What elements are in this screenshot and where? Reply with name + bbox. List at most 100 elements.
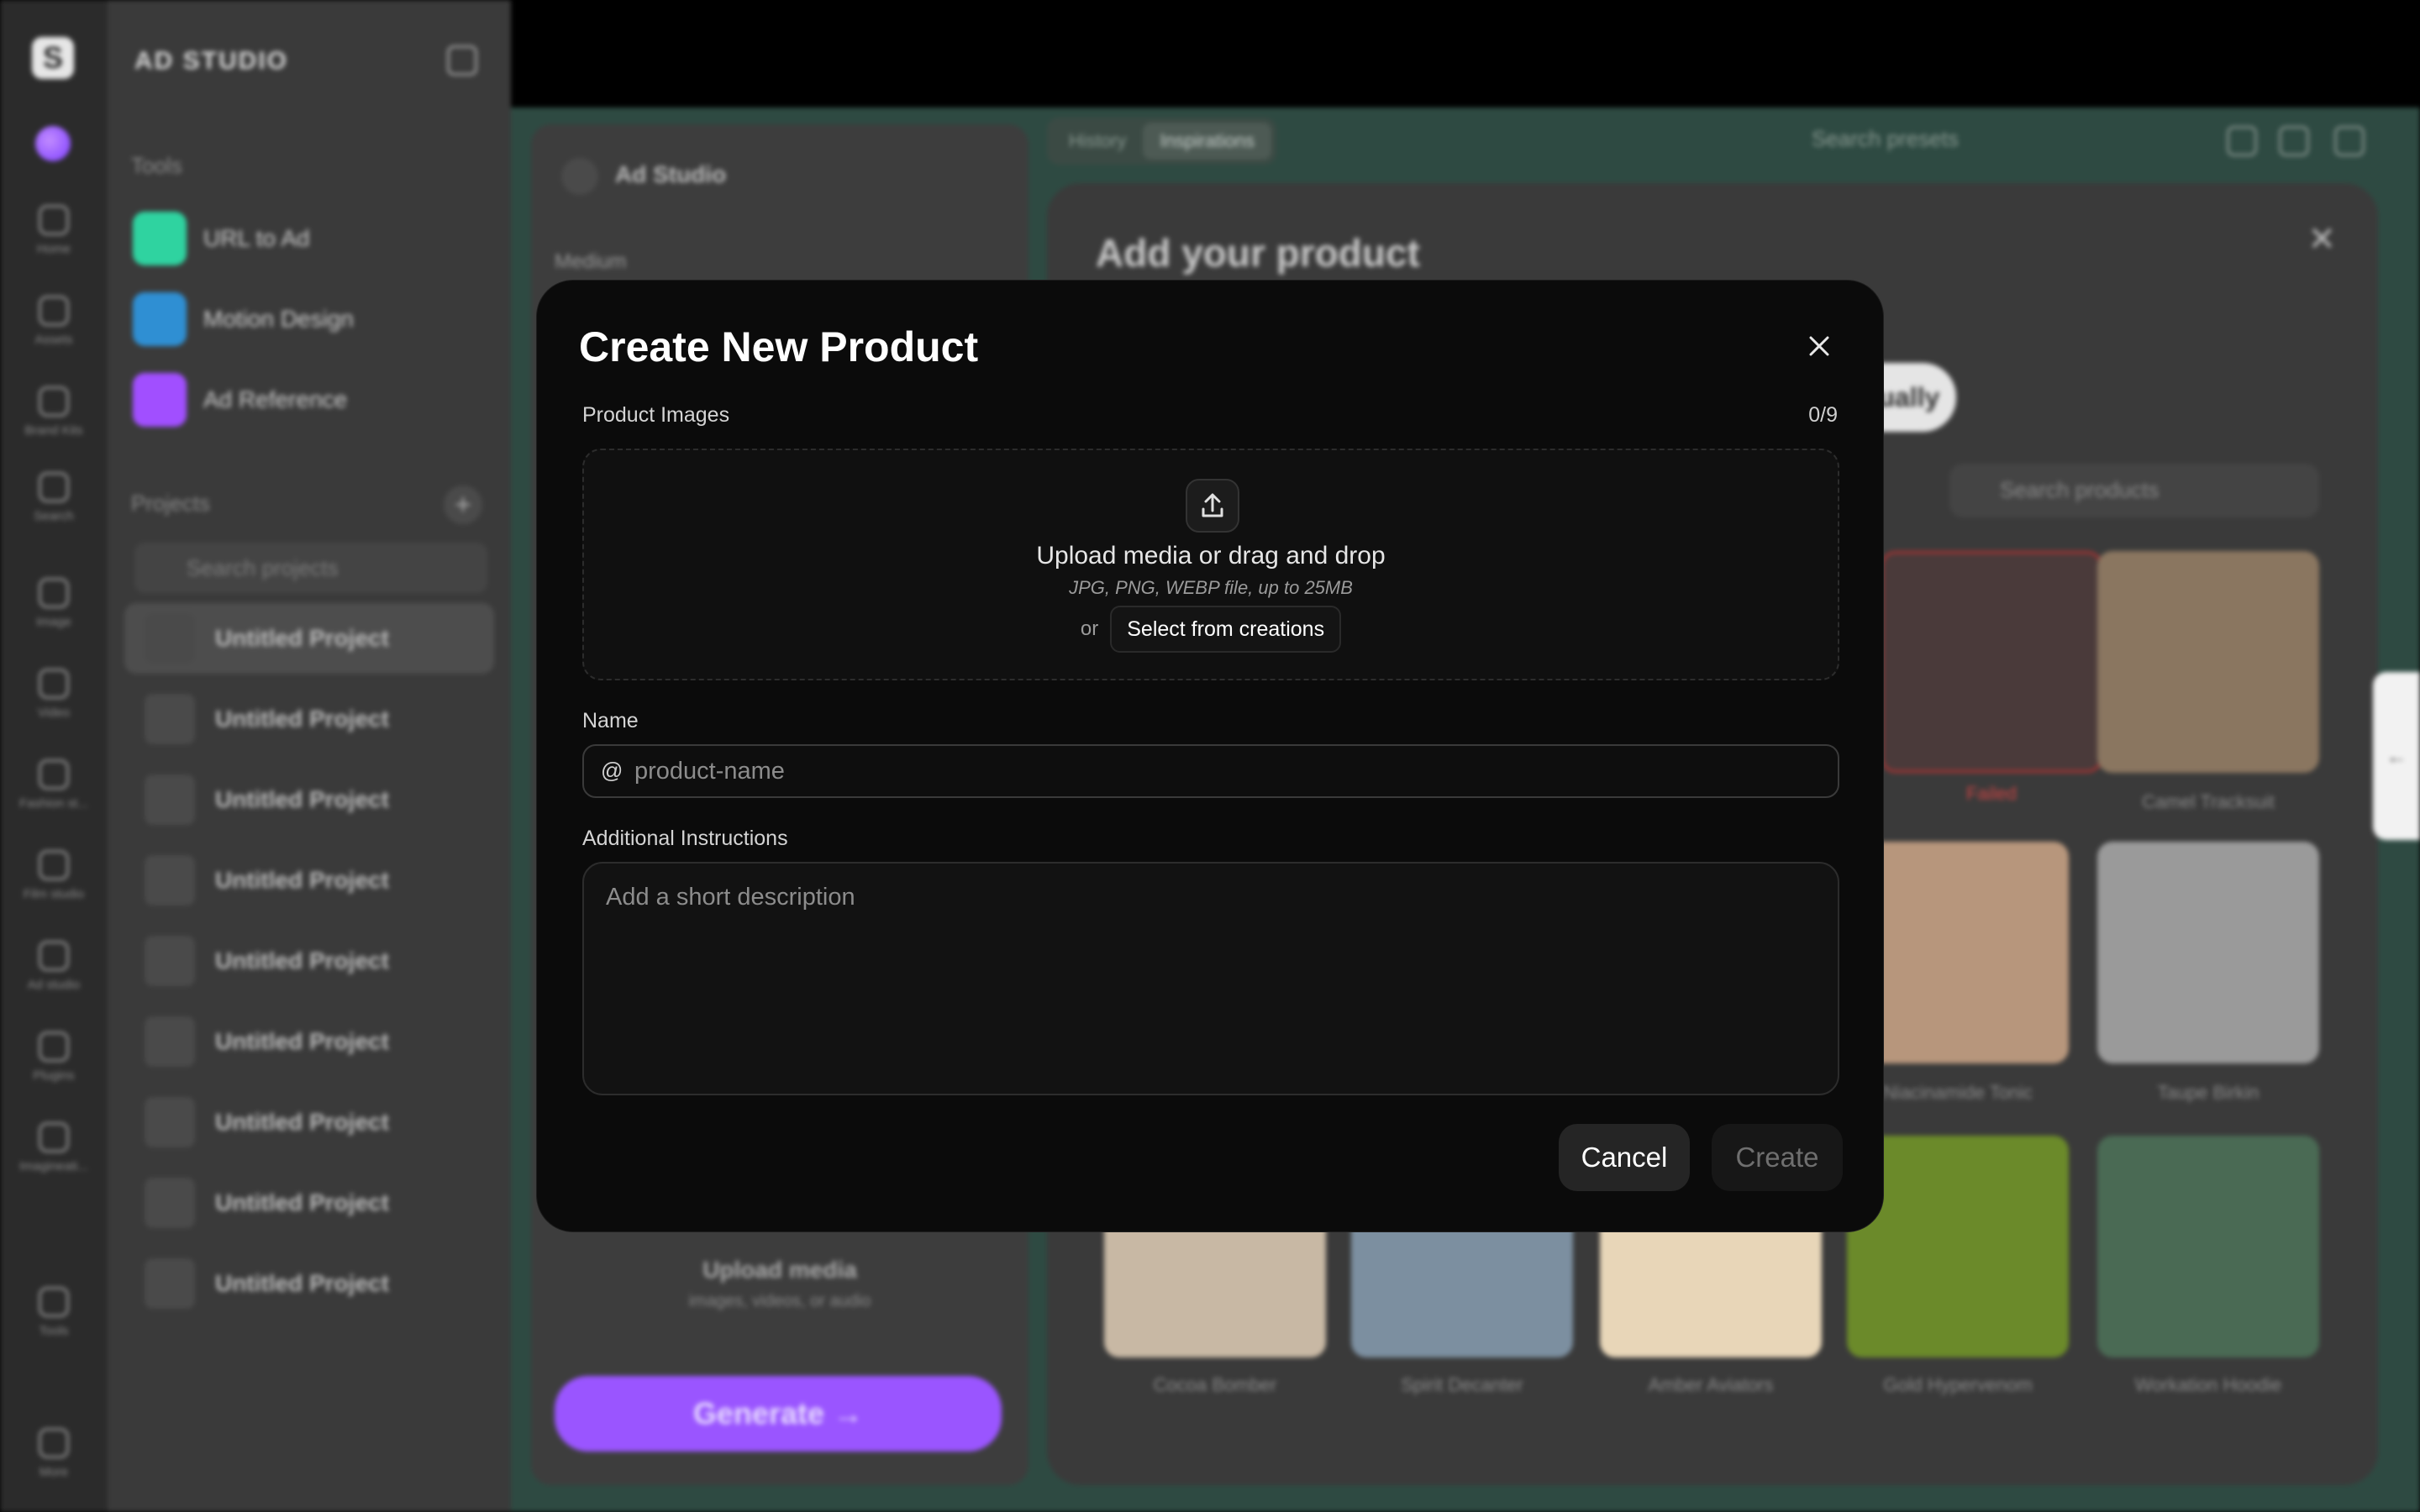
product-images-label: Product Images xyxy=(582,403,730,427)
product-caption: Spirit Decanter xyxy=(1401,1374,1523,1395)
image-icon xyxy=(39,578,69,608)
project-item[interactable]: Untitled Project xyxy=(124,926,494,996)
project-search-input[interactable]: Search projects xyxy=(134,543,487,593)
upload-dropzone[interactable]: Upload media or drag and drop JPG, PNG, … xyxy=(582,449,1839,680)
rail-assets[interactable]: Assets xyxy=(0,296,108,347)
projects-heading: Projects xyxy=(131,491,210,516)
create-product-modal: Create New Product Product Images 0/9 Up… xyxy=(536,280,1884,1232)
project-item[interactable]: Untitled Project xyxy=(124,1248,494,1319)
rail-fashion[interactable]: Fashion st... xyxy=(0,759,108,811)
modal-title: Create New Product xyxy=(579,323,979,370)
close-icon xyxy=(1809,336,1829,356)
close-icon[interactable]: ✕ xyxy=(2307,220,2336,259)
medium-label: Medium xyxy=(555,250,627,273)
shuffle-icon[interactable] xyxy=(2334,126,2365,156)
project-item[interactable]: Untitled Project xyxy=(124,845,494,916)
rail-brand-kits[interactable]: Brand Kits xyxy=(0,386,108,438)
project-thumb-icon xyxy=(145,936,195,986)
rail-film-studio[interactable]: Film studio xyxy=(0,850,108,901)
tool-url-to-ad[interactable]: URL to Ad xyxy=(133,212,486,265)
view-tabs: History Inspirations xyxy=(1047,118,1276,165)
close-modal-button[interactable] xyxy=(1797,324,1841,368)
name-field: @ xyxy=(582,744,1839,798)
select-from-creations-button[interactable]: Select from creations xyxy=(1110,606,1342,653)
product-tile[interactable] xyxy=(1881,551,2102,773)
upload-title: Upload media or drag and drop xyxy=(1036,542,1386,570)
project-item[interactable]: Untitled Project xyxy=(124,1006,494,1077)
product-caption: Gold Hypervenom xyxy=(1883,1374,2033,1395)
image-mode-icon[interactable] xyxy=(2227,126,2257,156)
name-input[interactable] xyxy=(634,751,1811,791)
rail-plugins[interactable]: Plugins xyxy=(0,1032,108,1083)
video-mode-icon[interactable] xyxy=(2279,126,2309,156)
expand-panel-tab[interactable]: ← xyxy=(2373,672,2420,840)
rail-search[interactable]: Search xyxy=(0,472,108,523)
plugin-icon xyxy=(39,1032,69,1062)
product-tile[interactable] xyxy=(2097,842,2319,1063)
tab-history[interactable]: History xyxy=(1052,123,1143,160)
more-icon xyxy=(39,1428,69,1458)
film-icon xyxy=(39,850,69,880)
rail-tools[interactable]: Tools xyxy=(0,1287,108,1338)
tools-icon xyxy=(39,1287,69,1317)
rail-home[interactable]: Home xyxy=(0,205,108,256)
project-thumb-icon xyxy=(145,1258,195,1309)
assets-icon xyxy=(39,296,69,326)
project-thumb-icon xyxy=(145,774,195,825)
product-caption: Workation Hoodie xyxy=(2134,1374,2282,1395)
rail-image[interactable]: Image xyxy=(0,578,108,629)
cancel-button[interactable]: Cancel xyxy=(1559,1124,1690,1191)
at-icon: @ xyxy=(601,758,623,783)
sidebar-brand: AD STUDIO xyxy=(134,47,288,75)
motion-icon xyxy=(133,292,187,346)
add-project-button[interactable]: + xyxy=(444,486,482,524)
avatar[interactable] xyxy=(35,126,71,161)
rail-more[interactable]: More xyxy=(0,1428,108,1479)
tab-inspirations[interactable]: Inspirations xyxy=(1143,123,1271,160)
name-label: Name xyxy=(582,709,639,732)
rail-imagineation[interactable]: Imagineati... xyxy=(0,1122,108,1173)
upload-hint: JPG, PNG, WEBP file, up to 25MB xyxy=(1069,577,1353,598)
product-tile[interactable] xyxy=(2097,551,2319,773)
project-item[interactable]: Untitled Project xyxy=(124,1168,494,1238)
tool-motion-design[interactable]: Motion Design xyxy=(133,292,486,346)
project-thumb-icon xyxy=(145,855,195,906)
generate-button[interactable]: Generate → xyxy=(555,1376,1002,1452)
project-item[interactable]: Untitled Project xyxy=(124,603,494,674)
sidebar-collapse-icon[interactable] xyxy=(447,45,477,76)
product-caption: Failed xyxy=(1966,783,2017,804)
upload-button[interactable] xyxy=(1186,479,1239,533)
sidebar: AD STUDIO Tools URL to Ad Motion Design … xyxy=(108,0,511,1512)
product-caption: Cocoa Bomber xyxy=(1153,1374,1277,1395)
upload-media-hint: images, videos, or audio xyxy=(688,1292,871,1310)
select-row: or Select from creations xyxy=(584,606,1838,653)
product-tile[interactable] xyxy=(2097,1136,2319,1357)
product-caption: Camel Tracksuit xyxy=(2142,791,2275,812)
instructions-label: Additional Instructions xyxy=(582,827,788,850)
project-item[interactable]: Untitled Project xyxy=(124,764,494,835)
back-arrow-icon[interactable] xyxy=(561,158,598,195)
link-icon xyxy=(133,212,187,265)
or-text: or xyxy=(1080,617,1099,640)
product-search-input[interactable]: Search products xyxy=(1949,464,2319,517)
rail-ad-studio[interactable]: Ad studio xyxy=(0,941,108,992)
panel-title: Ad Studio xyxy=(615,161,727,187)
upload-media-title: Upload media xyxy=(702,1257,857,1283)
project-thumb-icon xyxy=(145,1097,195,1147)
project-item[interactable]: Untitled Project xyxy=(124,1087,494,1158)
app-logo[interactable]: S xyxy=(32,37,74,79)
rail-video[interactable]: Video xyxy=(0,669,108,720)
reference-icon xyxy=(133,373,187,427)
product-caption: Amber Aviators xyxy=(1648,1374,1774,1395)
preset-search-input[interactable]: Search presets xyxy=(1812,126,1959,152)
ad-studio-icon xyxy=(39,941,69,971)
search-icon xyxy=(39,472,69,502)
project-thumb-icon xyxy=(145,613,195,664)
hanger-icon xyxy=(39,759,69,790)
image-count: 0/9 xyxy=(1808,403,1838,427)
project-item[interactable]: Untitled Project xyxy=(124,684,494,754)
instructions-textarea[interactable] xyxy=(582,862,1839,1095)
create-button[interactable]: Create xyxy=(1712,1124,1843,1191)
sparkle-icon xyxy=(39,1122,69,1152)
tool-ad-reference[interactable]: Ad Reference xyxy=(133,373,486,427)
